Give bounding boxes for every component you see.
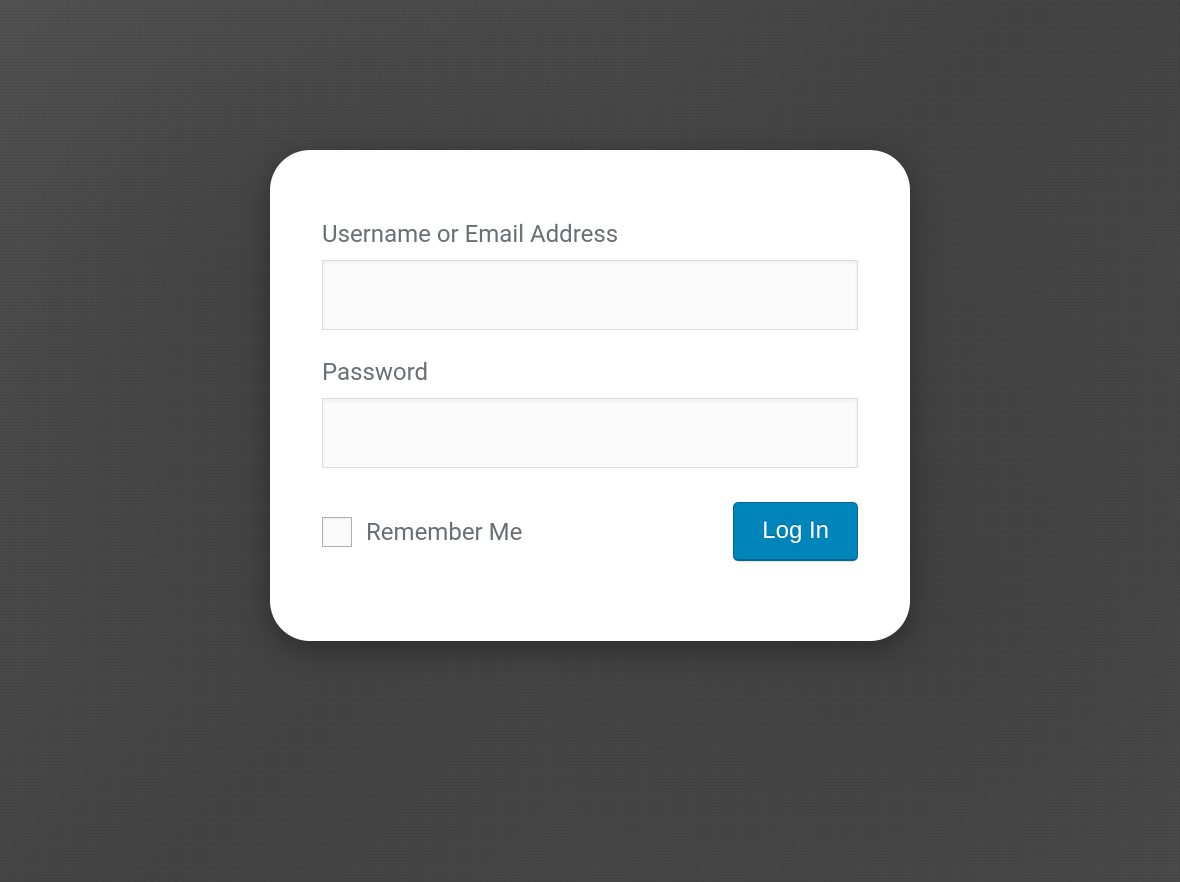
password-input[interactable] (322, 398, 858, 468)
password-label: Password (322, 358, 858, 386)
form-bottom-row: Remember Me Log In (322, 502, 858, 561)
login-card: Username or Email Address Password Remem… (270, 150, 910, 641)
remember-me-label: Remember Me (366, 518, 522, 546)
remember-me-wrap: Remember Me (322, 517, 522, 547)
remember-me-checkbox[interactable] (322, 517, 352, 547)
username-field-group: Username or Email Address (322, 220, 858, 330)
username-input[interactable] (322, 260, 858, 330)
login-button[interactable]: Log In (733, 502, 858, 561)
password-field-group: Password (322, 358, 858, 468)
username-label: Username or Email Address (322, 220, 858, 248)
